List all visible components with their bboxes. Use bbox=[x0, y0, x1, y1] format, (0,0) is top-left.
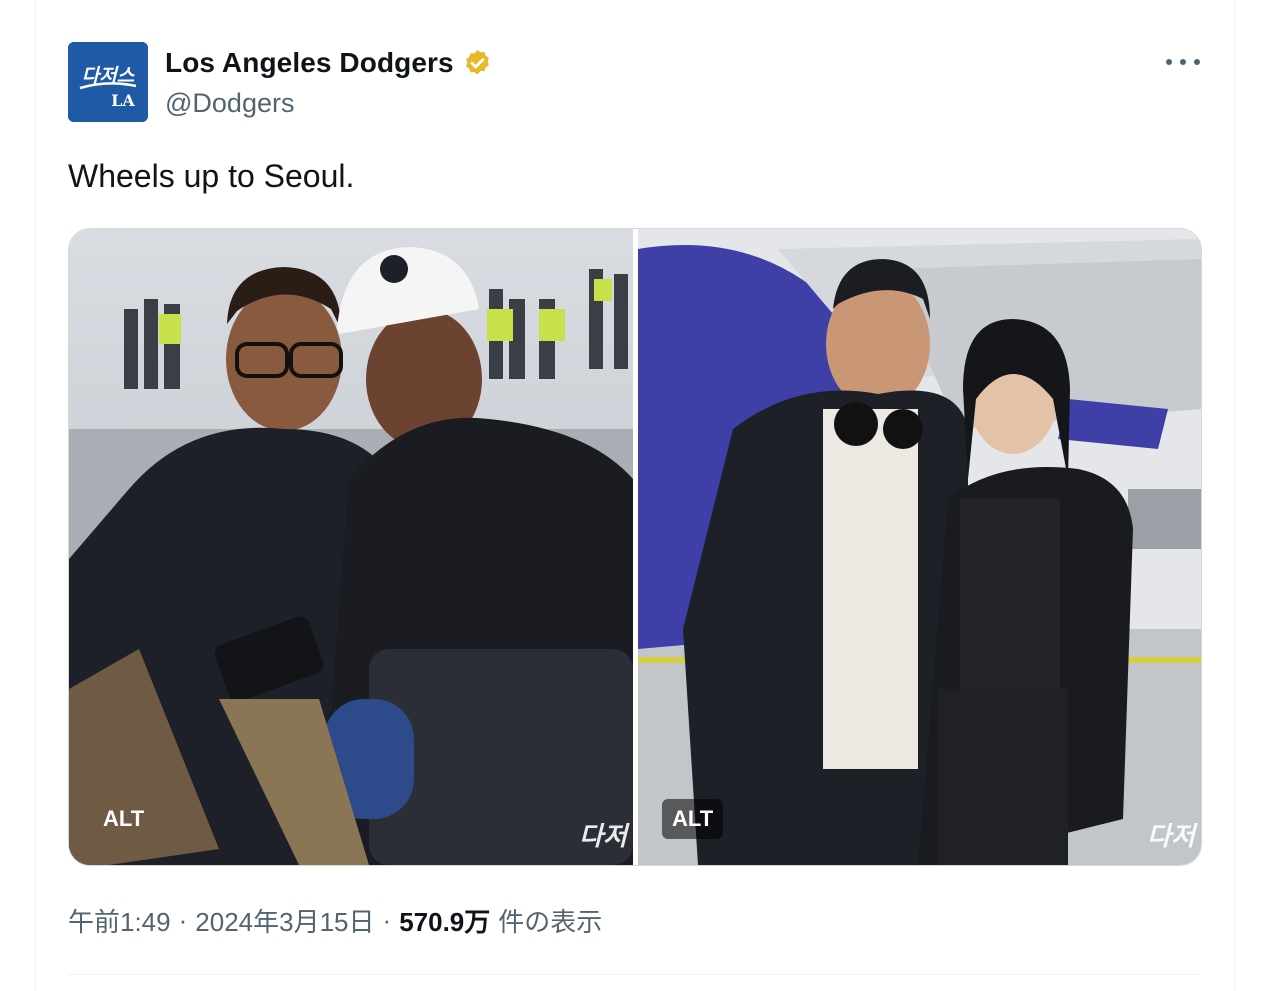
meta-separator: · bbox=[382, 905, 392, 935]
tweet-metadata: 午前1:49 · 2024年3月15日 · 570.9万 件の表示 bbox=[68, 902, 602, 939]
dodgers-logo-icon: 다저스 LA bbox=[68, 42, 148, 122]
photo-watermark: 다저 bbox=[579, 821, 627, 851]
tweet-text: Wheels up to Seoul. bbox=[68, 158, 355, 194]
author-display-name[interactable]: Los Angeles Dodgers bbox=[165, 47, 454, 79]
views-label: 件の表示 bbox=[498, 907, 603, 937]
photo-2[interactable]: ALT 다저 bbox=[638, 229, 1201, 865]
author-name-row: Los Angeles Dodgers bbox=[165, 46, 493, 80]
avatar-logo: LA bbox=[111, 91, 135, 110]
photo-1-image bbox=[69, 229, 633, 865]
photo-1[interactable]: ALT 다저 bbox=[69, 229, 633, 865]
author-handle[interactable]: @Dodgers bbox=[165, 88, 294, 119]
alt-badge[interactable]: ALT bbox=[93, 799, 154, 839]
alt-badge[interactable]: ALT bbox=[662, 799, 724, 839]
verified-badge-icon[interactable] bbox=[462, 48, 493, 79]
views-count: 570.9万 bbox=[399, 907, 491, 937]
media-grid: ALT 다저 ALT 다저 bbox=[68, 228, 1202, 866]
tweet-date-link[interactable]: 2024年3月15日 bbox=[195, 902, 374, 939]
more-horizontal-icon bbox=[1166, 59, 1172, 65]
tweet-time-link[interactable]: 午前1:49 bbox=[68, 902, 171, 939]
more-options-button[interactable] bbox=[1166, 52, 1200, 72]
photo-watermark: 다저 bbox=[1147, 821, 1195, 851]
avatar[interactable]: 다저스 LA bbox=[68, 42, 148, 122]
meta-separator: · bbox=[178, 905, 188, 935]
photo-2-image bbox=[638, 229, 1201, 865]
divider bbox=[68, 974, 1200, 975]
